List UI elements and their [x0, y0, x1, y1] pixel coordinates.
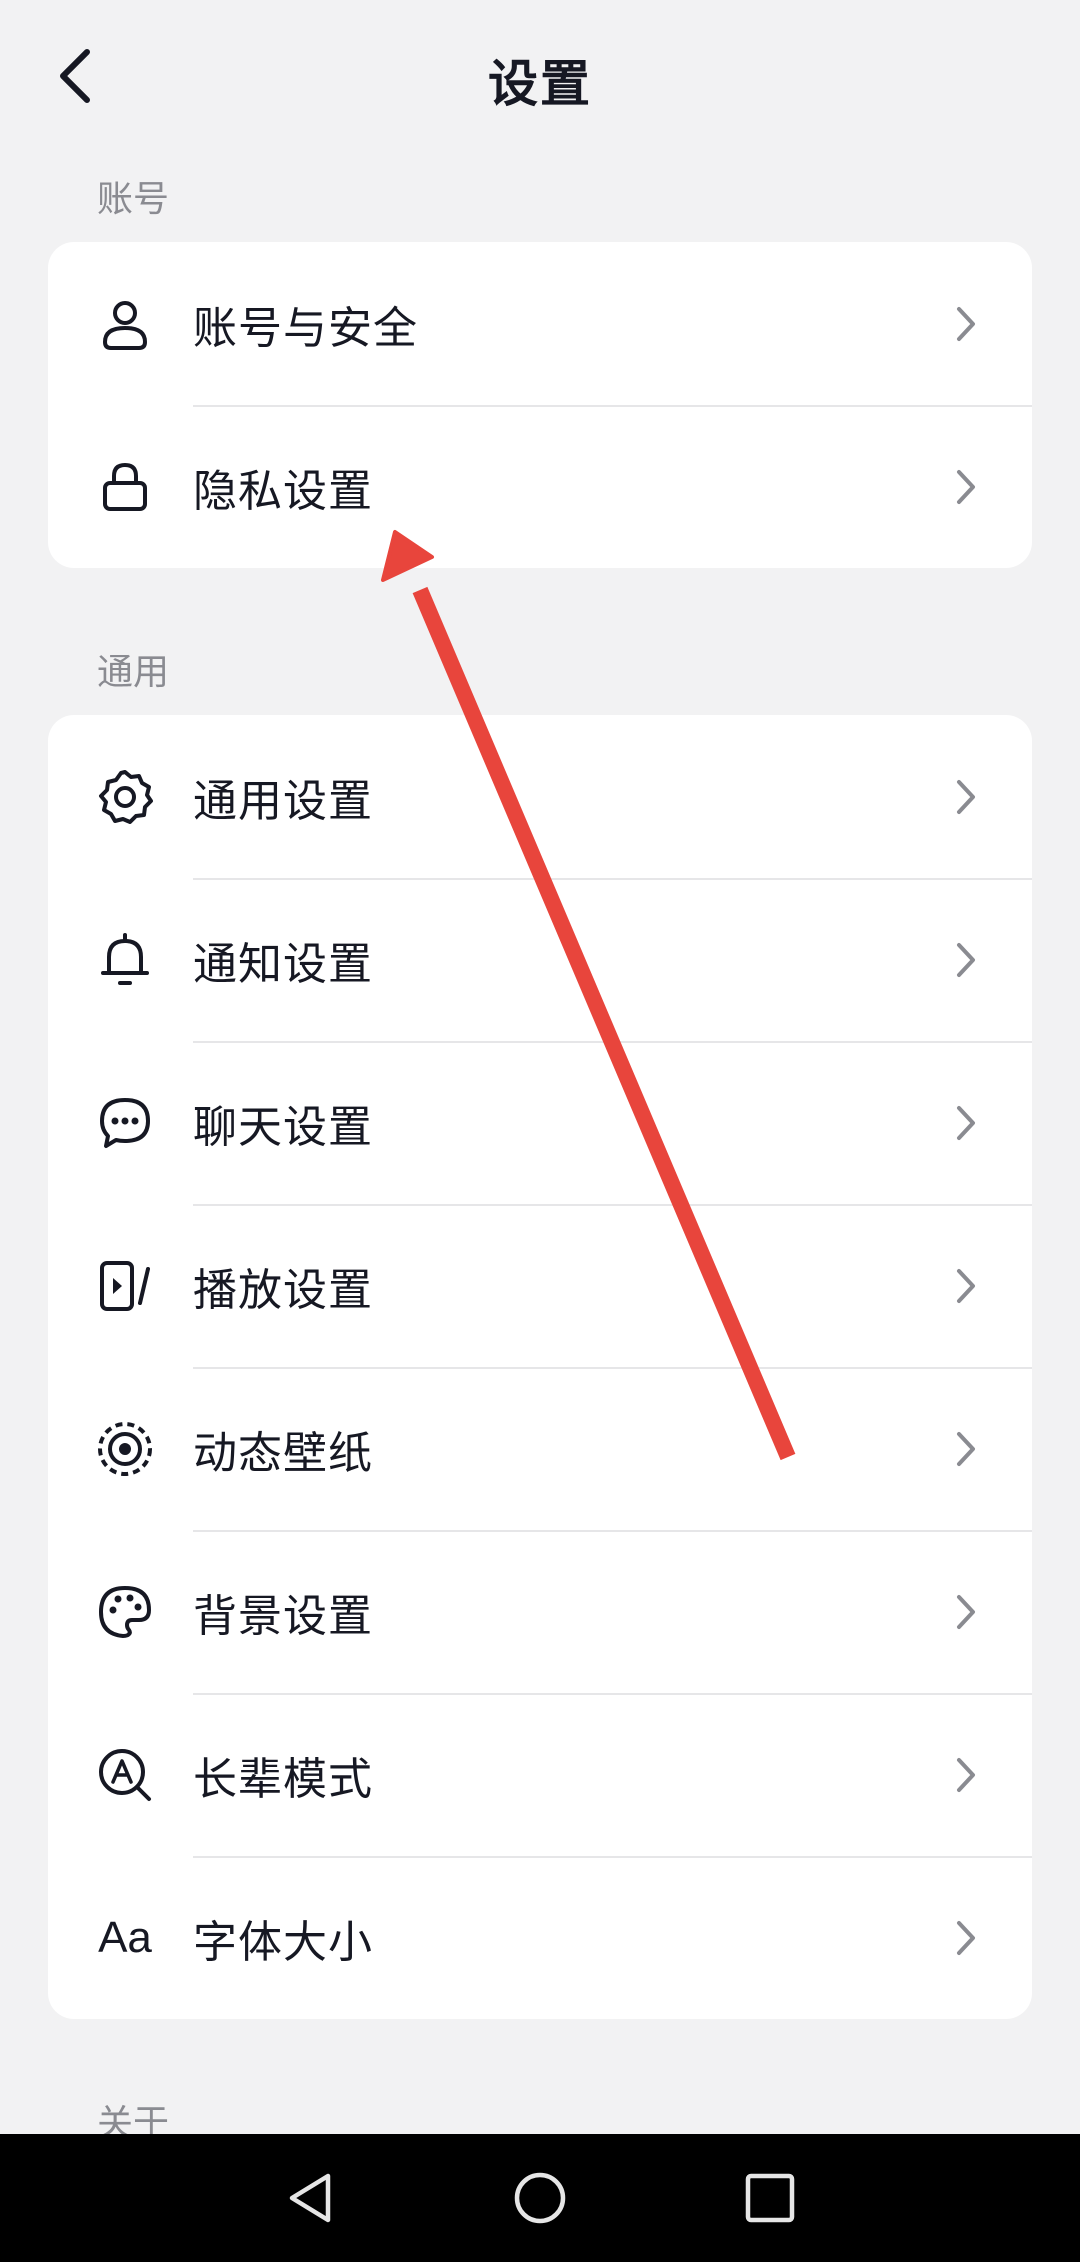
- divider: [193, 1693, 1032, 1695]
- page-title: 设置: [488, 55, 592, 113]
- settings-item-font-size[interactable]: Aa 字体大小: [48, 1856, 1032, 2019]
- settings-screen: 设置 账号 账号与安全 隐私设置 通用 通用设置 通知设置 聊天设置 播放设置 …: [0, 0, 1080, 2262]
- font-size-icon-text: Aa: [98, 1912, 152, 1962]
- chevron-right-icon: [952, 1266, 980, 1306]
- settings-item-chat[interactable]: 聊天设置: [48, 1041, 1032, 1204]
- section-label-account: 账号: [97, 179, 170, 220]
- nav-home-button[interactable]: [500, 2158, 580, 2238]
- bell-icon: [95, 930, 155, 990]
- header: 设置: [0, 0, 1080, 150]
- settings-item-general[interactable]: 通用设置: [48, 715, 1032, 878]
- chevron-right-icon: [952, 1755, 980, 1795]
- chevron-right-icon: [952, 1592, 980, 1632]
- palette-icon: [95, 1582, 155, 1642]
- font-size-icon: Aa: [95, 1908, 155, 1968]
- settings-item-label: 播放设置: [193, 1264, 373, 1316]
- settings-item-label: 账号与安全: [193, 302, 418, 354]
- back-triangle-icon: [289, 2173, 331, 2223]
- settings-item-notifications[interactable]: 通知设置: [48, 878, 1032, 1041]
- live-wallpaper-icon: [95, 1419, 155, 1479]
- user-icon: [95, 294, 155, 354]
- settings-item-playback[interactable]: 播放设置: [48, 1204, 1032, 1367]
- chevron-right-icon: [952, 1103, 980, 1143]
- settings-item-label: 隐私设置: [193, 465, 373, 517]
- nav-back-button[interactable]: [270, 2158, 350, 2238]
- divider: [193, 1041, 1032, 1043]
- home-circle-icon: [514, 2172, 566, 2224]
- chevron-right-icon: [952, 940, 980, 980]
- chat-bubble-icon: [95, 1093, 155, 1153]
- chevron-right-icon: [952, 777, 980, 817]
- settings-item-label: 长辈模式: [193, 1753, 373, 1805]
- divider: [193, 405, 1032, 407]
- settings-item-privacy[interactable]: 隐私设置: [48, 405, 1032, 568]
- settings-item-background[interactable]: 背景设置: [48, 1530, 1032, 1693]
- elder-mode-icon: [95, 1745, 155, 1805]
- divider: [193, 1856, 1032, 1858]
- settings-item-elder-mode[interactable]: 长辈模式: [48, 1693, 1032, 1856]
- system-nav-bar: [0, 2134, 1080, 2262]
- chevron-right-icon: [952, 304, 980, 344]
- section-label-general: 通用: [97, 652, 170, 693]
- divider: [193, 1367, 1032, 1369]
- playback-icon: [95, 1256, 155, 1316]
- settings-item-label: 通用设置: [193, 775, 373, 827]
- general-card: 通用设置 通知设置 聊天设置 播放设置 动态壁纸 背景设置 长辈模式 Aa 字体…: [48, 715, 1032, 2019]
- settings-item-label: 背景设置: [193, 1590, 373, 1642]
- settings-item-label: 字体大小: [193, 1916, 373, 1968]
- lock-icon: [95, 457, 155, 517]
- nav-recents-button[interactable]: [730, 2158, 810, 2238]
- chevron-right-icon: [952, 467, 980, 507]
- gear-icon: [95, 767, 155, 827]
- settings-item-label: 通知设置: [193, 938, 373, 990]
- chevron-right-icon: [952, 1918, 980, 1958]
- settings-item-live-wallpaper[interactable]: 动态壁纸: [48, 1367, 1032, 1530]
- recents-square-icon: [745, 2173, 795, 2223]
- divider: [193, 1530, 1032, 1532]
- divider: [193, 1204, 1032, 1206]
- chevron-right-icon: [952, 1429, 980, 1469]
- divider: [193, 878, 1032, 880]
- settings-item-label: 动态壁纸: [193, 1427, 373, 1479]
- account-card: 账号与安全 隐私设置: [48, 242, 1032, 568]
- settings-item-label: 聊天设置: [193, 1101, 373, 1153]
- settings-item-account-security[interactable]: 账号与安全: [48, 242, 1032, 405]
